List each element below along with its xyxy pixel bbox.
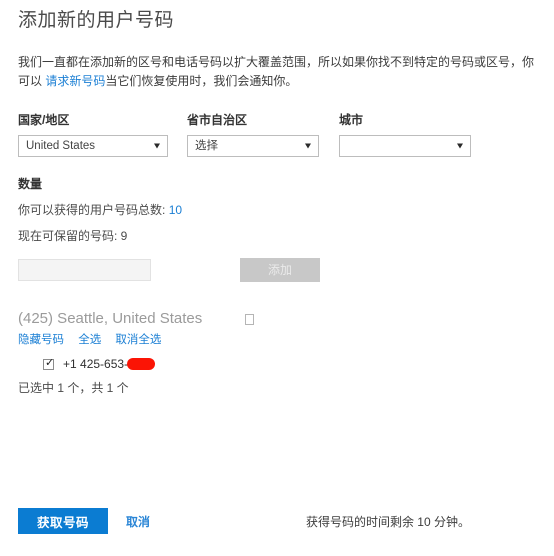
deselect-all-link[interactable]: 取消全选 [115,334,161,346]
check-icon: ✓ [45,356,55,369]
country-select[interactable]: United States [18,135,168,157]
result-group-header: (425) Seattle, United States [18,309,536,329]
intro-paragraph: 我们一直都在添加新的区号和电话号码以扩大覆盖范围，所以如果你找不到特定的号码或区… [18,53,536,91]
city-label: 城市 [339,113,364,127]
get-numbers-button[interactable]: 获取号码 [18,508,108,534]
add-user-number-dialog: 添加新的用户号码 我们一直都在添加新的区号和电话号码以扩大覆盖范围，所以如果你找… [0,0,554,556]
country-label: 国家/地区 [18,113,70,127]
reservable-line: 现在可保留的号码: 9 [18,229,128,243]
add-button[interactable]: 添加 [240,258,320,282]
result-action-links: 隐藏号码 全选 取消全选 [18,332,536,348]
country-field: 国家/地区 United States [18,112,168,157]
box-glyph-icon [245,313,255,325]
chevron-down-icon [457,143,463,149]
total-available-line: 你可以获得的用户号码总数: 10 [18,202,536,218]
chevron-down-icon [305,143,311,149]
list-item: ✓ +1 425-653- [18,357,536,371]
result-group-title: (425) Seattle, United States [18,310,203,327]
selected-summary: 已选中 1 个，共 1 个 [18,381,129,395]
chevron-down-icon [154,143,160,149]
city-select[interactable] [339,135,471,157]
quantity-controls: 添加 [18,258,536,282]
number-checkbox[interactable]: ✓ [43,356,55,370]
phone-number-text: +1 425-653- [63,357,156,371]
state-select[interactable]: 选择 [187,135,319,157]
total-available-value: 10 [168,203,183,217]
phone-number-visible: +1 425-653- [63,357,129,371]
location-selector-row: 国家/地区 United States 省市自治区 选择 城市 [18,112,536,157]
request-new-number-link[interactable]: 请求新号码 [45,74,105,88]
redaction-mark [127,358,156,370]
state-field: 省市自治区 选择 [187,112,319,157]
total-available-label: 你可以获得的用户号码总数: [18,203,166,217]
state-select-value: 选择 [195,140,218,152]
page-title: 添加新的用户号码 [18,10,175,31]
results-section: (425) Seattle, United States 隐藏号码 全选 取消全… [18,309,536,396]
city-field: 城市 [339,112,471,157]
timer-text: 获得号码的时间剩余 10 分钟。 [305,514,470,529]
quantity-section-label: 数量 [18,177,43,191]
select-all-link[interactable]: 全选 [78,334,101,346]
cancel-link[interactable]: 取消 [126,513,150,530]
intro-text-after: 当它们恢复使用时，我们会通知你。 [105,74,298,88]
quantity-input[interactable] [18,259,151,281]
state-label: 省市自治区 [187,113,248,127]
footer-action-bar: 获取号码 取消 获得号码的时间剩余 10 分钟。 [18,508,536,534]
hide-numbers-link[interactable]: 隐藏号码 [18,334,64,346]
country-select-value: United States [26,140,96,152]
